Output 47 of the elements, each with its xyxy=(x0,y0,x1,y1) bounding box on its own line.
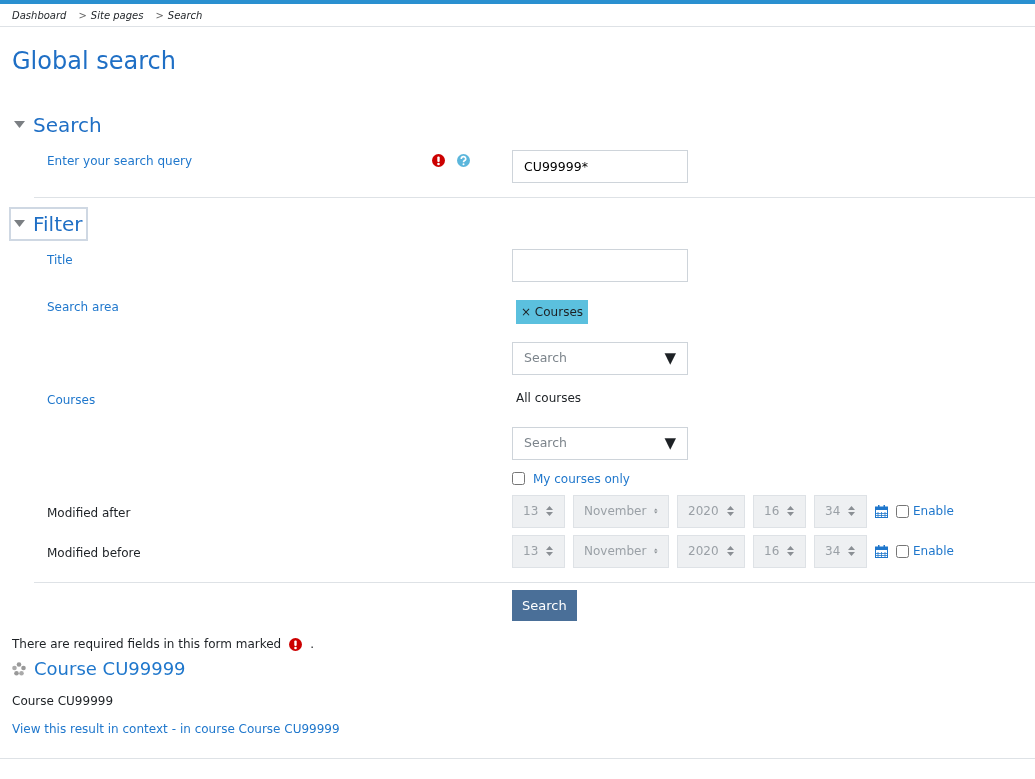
checkbox[interactable] xyxy=(512,472,525,486)
context-link[interactable]: View this result in context xyxy=(12,720,168,739)
field-label: Modified before xyxy=(47,544,142,562)
checkbox-label: My courses only xyxy=(533,470,630,488)
search-dropdown[interactable]: Search ▼ xyxy=(512,341,688,375)
course-link[interactable]: - in course Course CU99999 xyxy=(171,720,340,739)
field-label: Courses xyxy=(47,391,97,409)
page-title: Global search xyxy=(12,47,177,76)
caret-down-icon xyxy=(14,120,25,129)
selected-tag[interactable]: × Courses xyxy=(516,299,588,324)
dropdown-arrow-icon: ▼ xyxy=(664,347,676,370)
section-toggle[interactable]: Search xyxy=(9,107,107,142)
section-toggle[interactable]: Filter xyxy=(9,206,88,241)
checkbox-label: Enable xyxy=(913,543,954,561)
required-icon xyxy=(289,637,303,651)
field-label: Title xyxy=(47,251,74,269)
note-period: . xyxy=(310,636,315,654)
result-content: Course CU99999 xyxy=(12,693,115,711)
text-input[interactable]: CU99999* xyxy=(512,149,688,183)
required-note: There are required fields in this form marked xyxy=(12,636,282,654)
field-label: Enter your search query xyxy=(47,152,194,170)
search-dropdown[interactable]: Search ▼ xyxy=(512,426,688,460)
up-down-caret-icon xyxy=(726,506,734,517)
breadcrumb-link[interactable]: Site pages xyxy=(90,10,144,21)
up-down-caret-icon xyxy=(546,546,554,557)
breadcrumb-separator: > xyxy=(155,10,164,21)
field-label: Modified after xyxy=(47,504,132,522)
up-down-caret-icon xyxy=(787,506,795,517)
breadcrumb-link[interactable]: Dashboard xyxy=(12,10,67,21)
text-input[interactable] xyxy=(512,248,688,282)
field-label: Search area xyxy=(47,298,120,316)
up-down-caret-icon xyxy=(787,546,795,557)
breadcrumb-separator: > xyxy=(78,10,87,21)
result-title-link[interactable]: Course CU99999 xyxy=(34,655,186,683)
calendar-icon xyxy=(875,544,888,558)
calendar-icon xyxy=(875,504,888,518)
dropdown-arrow-icon: ▼ xyxy=(664,432,676,455)
checkbox-label: Enable xyxy=(913,503,954,521)
up-down-caret-icon xyxy=(848,506,856,517)
course-icon xyxy=(12,661,26,676)
search-button[interactable]: Search xyxy=(512,589,577,622)
caret-down-icon xyxy=(14,219,25,228)
breadcrumb-link[interactable]: Search xyxy=(167,10,203,21)
selection-text: All courses xyxy=(516,389,583,407)
up-down-caret-icon xyxy=(546,506,554,517)
up-down-caret-icon xyxy=(848,546,856,557)
up-down-caret-icon xyxy=(726,546,734,557)
